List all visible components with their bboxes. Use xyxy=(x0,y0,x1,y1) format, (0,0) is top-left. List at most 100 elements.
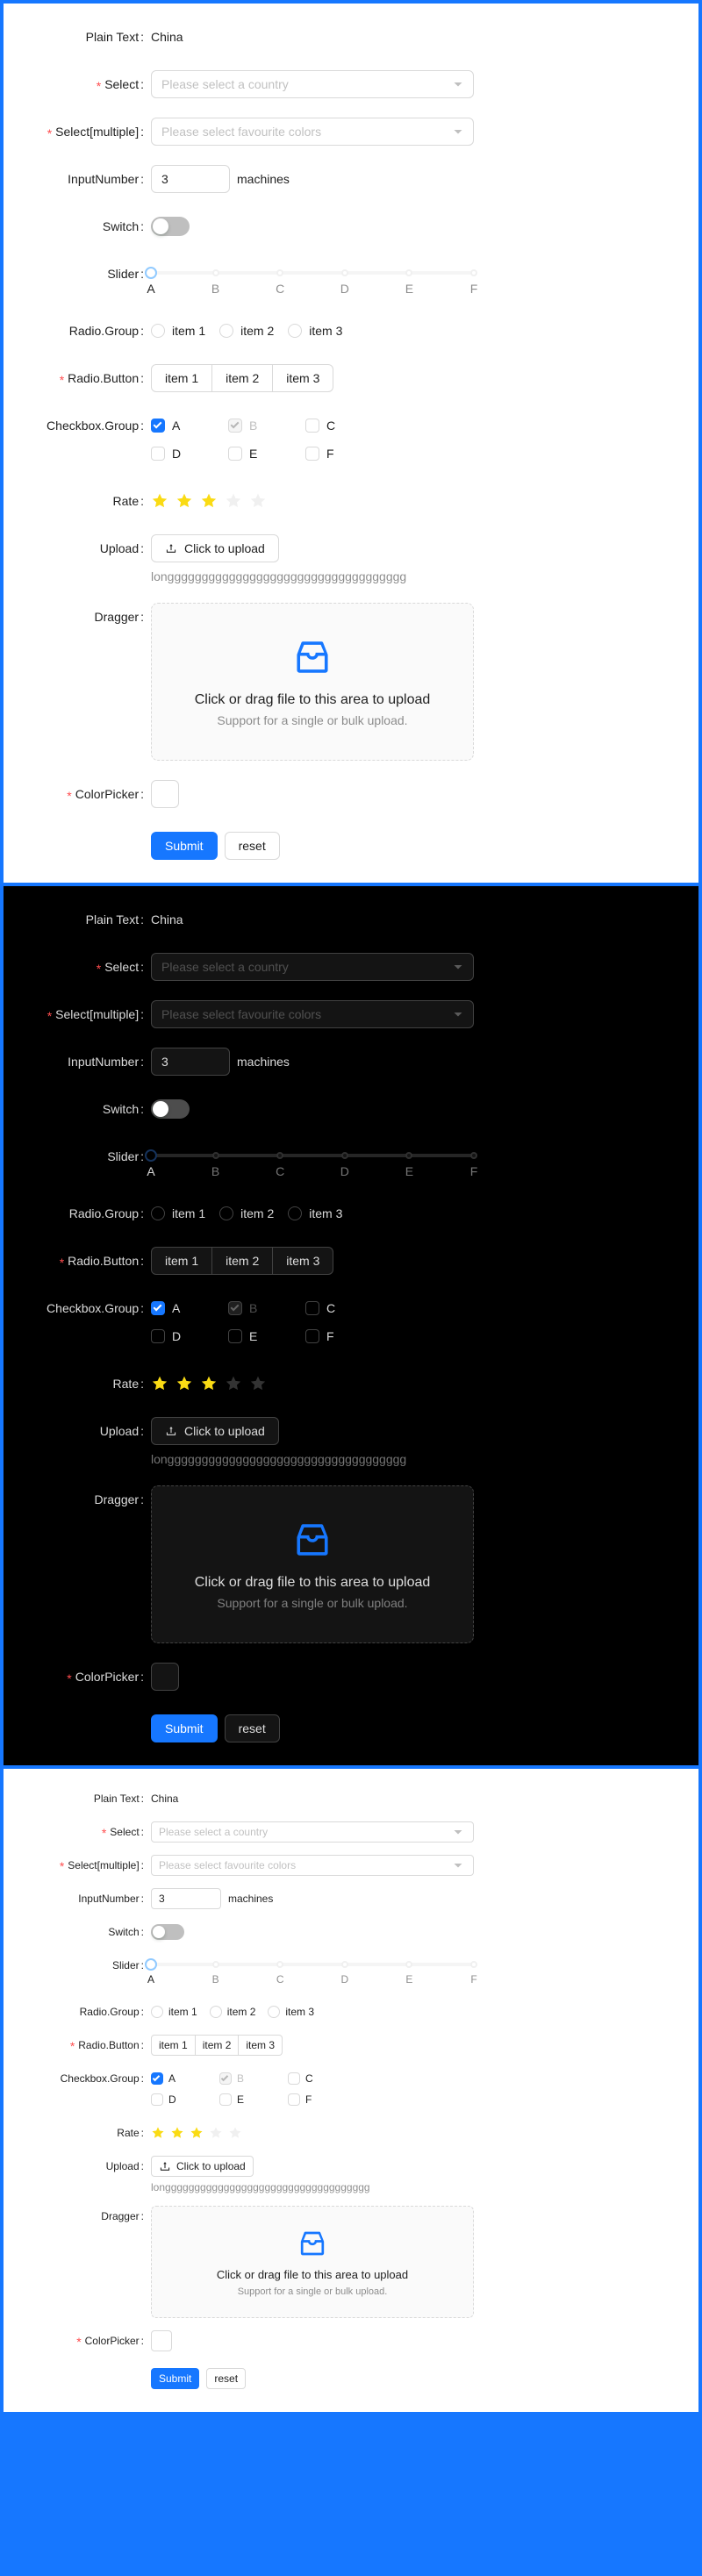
slider-handle[interactable] xyxy=(145,267,157,279)
checkbox-option[interactable]: E xyxy=(219,2089,288,2110)
upload-button[interactable]: Click to upload xyxy=(151,534,279,562)
star-icon[interactable] xyxy=(190,2126,204,2140)
reset-button[interactable]: reset xyxy=(224,1714,280,1742)
radio-button-item[interactable]: item 3 xyxy=(239,2035,283,2056)
slider-mark[interactable]: A xyxy=(147,1973,154,1986)
color-picker-trigger[interactable] xyxy=(151,2330,172,2351)
slider-mark[interactable]: C xyxy=(276,1164,284,1178)
slider-mark[interactable]: E xyxy=(405,1973,412,1986)
switch-toggle[interactable] xyxy=(151,217,190,236)
color-picker-trigger[interactable] xyxy=(151,780,179,808)
checkbox-option[interactable]: C xyxy=(305,411,383,440)
slider-mark[interactable]: C xyxy=(276,282,284,296)
slider-mark[interactable]: B xyxy=(211,1164,219,1178)
dragger-dropzone[interactable]: Click or drag file to this area to uploa… xyxy=(151,603,474,761)
input-number-field[interactable]: 3 xyxy=(151,165,230,193)
input-number-field[interactable]: 3 xyxy=(151,1888,221,1909)
radio-option[interactable]: item 1 xyxy=(151,2001,197,2022)
star-icon[interactable] xyxy=(209,2126,223,2140)
checkbox-option[interactable]: E xyxy=(228,440,305,468)
submit-button[interactable]: Submit xyxy=(151,832,218,860)
submit-button[interactable]: Submit xyxy=(151,2368,200,2389)
slider-mark[interactable]: F xyxy=(470,282,478,296)
checkbox-option[interactable]: F xyxy=(288,2089,356,2110)
checkbox-option[interactable]: D xyxy=(151,2089,219,2110)
star-icon[interactable] xyxy=(170,2126,184,2140)
checkbox-option[interactable]: C xyxy=(288,2068,356,2089)
star-icon[interactable] xyxy=(151,2126,165,2140)
slider-mark[interactable]: C xyxy=(276,1973,284,1986)
radio-option[interactable]: item 2 xyxy=(209,2001,255,2022)
slider-mark[interactable]: F xyxy=(470,1164,478,1178)
radio-button-item[interactable]: item 3 xyxy=(273,1247,334,1275)
slider-mark[interactable]: B xyxy=(212,1973,219,1986)
radio-option[interactable]: item 1 xyxy=(151,1199,205,1227)
star-icon[interactable] xyxy=(151,492,168,510)
upload-file-name[interactable]: longgggggggggggggggggggggggggggggggggg xyxy=(151,2181,414,2193)
submit-button[interactable]: Submit xyxy=(151,1714,218,1742)
slider-mark[interactable]: E xyxy=(405,282,413,296)
select-country[interactable]: Please select a country xyxy=(151,1821,474,1843)
slider-handle[interactable] xyxy=(145,1149,157,1162)
radio-button-item[interactable]: item 1 xyxy=(151,1247,213,1275)
radio-option[interactable]: item 3 xyxy=(268,2001,314,2022)
switch-toggle[interactable] xyxy=(151,1099,190,1119)
upload-file-name[interactable]: longgggggggggggggggggggggggggggggggggg xyxy=(151,569,449,583)
slider-rail[interactable] xyxy=(145,267,477,279)
checkbox-option[interactable]: C xyxy=(305,1294,383,1322)
slider-rail[interactable] xyxy=(145,1958,477,1971)
star-icon[interactable] xyxy=(200,492,218,510)
select-colors[interactable]: Please select favourite colors xyxy=(151,1855,474,1876)
slider-mark[interactable]: B xyxy=(211,282,219,296)
slider-mark[interactable]: A xyxy=(147,1164,154,1178)
color-picker-trigger[interactable] xyxy=(151,1663,179,1691)
radio-option[interactable]: item 3 xyxy=(288,1199,342,1227)
radio-button-item[interactable]: item 1 xyxy=(151,2035,196,2056)
radio-button-item[interactable]: item 1 xyxy=(151,364,213,392)
dragger-dropzone[interactable]: Click or drag file to this area to uploa… xyxy=(151,2206,474,2318)
checkbox-option[interactable]: F xyxy=(305,1322,383,1350)
slider-mark[interactable]: A xyxy=(147,282,154,296)
slider-mark[interactable]: F xyxy=(470,1973,476,1986)
star-icon[interactable] xyxy=(228,2126,242,2140)
switch-toggle[interactable] xyxy=(151,1924,184,1940)
slider[interactable]: A B C D E F xyxy=(145,260,477,297)
upload-button[interactable]: Click to upload xyxy=(151,1417,279,1445)
checkbox-option[interactable]: F xyxy=(305,440,383,468)
checkbox-option[interactable]: A xyxy=(151,1294,228,1322)
upload-button[interactable]: Click to upload xyxy=(151,2156,254,2177)
slider[interactable]: A B C D E F xyxy=(145,1955,477,1989)
slider-mark[interactable]: D xyxy=(340,282,349,296)
radio-button-item[interactable]: item 2 xyxy=(212,1247,274,1275)
slider-mark[interactable]: D xyxy=(340,1164,349,1178)
slider-mark[interactable]: E xyxy=(405,1164,413,1178)
radio-option[interactable]: item 3 xyxy=(288,317,342,345)
slider[interactable]: A B C D E F xyxy=(145,1142,477,1180)
star-icon[interactable] xyxy=(176,1375,193,1392)
star-icon[interactable] xyxy=(176,492,193,510)
slider-mark[interactable]: D xyxy=(340,1973,348,1986)
star-icon[interactable] xyxy=(151,1375,168,1392)
radio-button-item[interactable]: item 2 xyxy=(195,2035,240,2056)
star-icon[interactable] xyxy=(249,492,267,510)
checkbox-option[interactable]: A xyxy=(151,2068,219,2089)
radio-option[interactable]: item 1 xyxy=(151,317,205,345)
select-country[interactable]: Please select a country xyxy=(151,953,474,981)
slider-handle[interactable] xyxy=(145,1958,157,1971)
star-icon[interactable] xyxy=(225,492,242,510)
reset-button[interactable]: reset xyxy=(224,832,280,860)
radio-option[interactable]: item 2 xyxy=(219,1199,274,1227)
checkbox-option[interactable]: D xyxy=(151,1322,228,1350)
star-icon[interactable] xyxy=(200,1375,218,1392)
select-colors[interactable]: Please select favourite colors xyxy=(151,118,474,146)
star-icon[interactable] xyxy=(249,1375,267,1392)
radio-button-item[interactable]: item 2 xyxy=(212,364,274,392)
dragger-dropzone[interactable]: Click or drag file to this area to uploa… xyxy=(151,1485,474,1643)
checkbox-option[interactable]: E xyxy=(228,1322,305,1350)
select-colors[interactable]: Please select favourite colors xyxy=(151,1000,474,1028)
select-country[interactable]: Please select a country xyxy=(151,70,474,98)
upload-file-name[interactable]: longgggggggggggggggggggggggggggggggggg xyxy=(151,1452,449,1466)
checkbox-option[interactable]: D xyxy=(151,440,228,468)
slider-rail[interactable] xyxy=(145,1149,477,1162)
radio-option[interactable]: item 2 xyxy=(219,317,274,345)
